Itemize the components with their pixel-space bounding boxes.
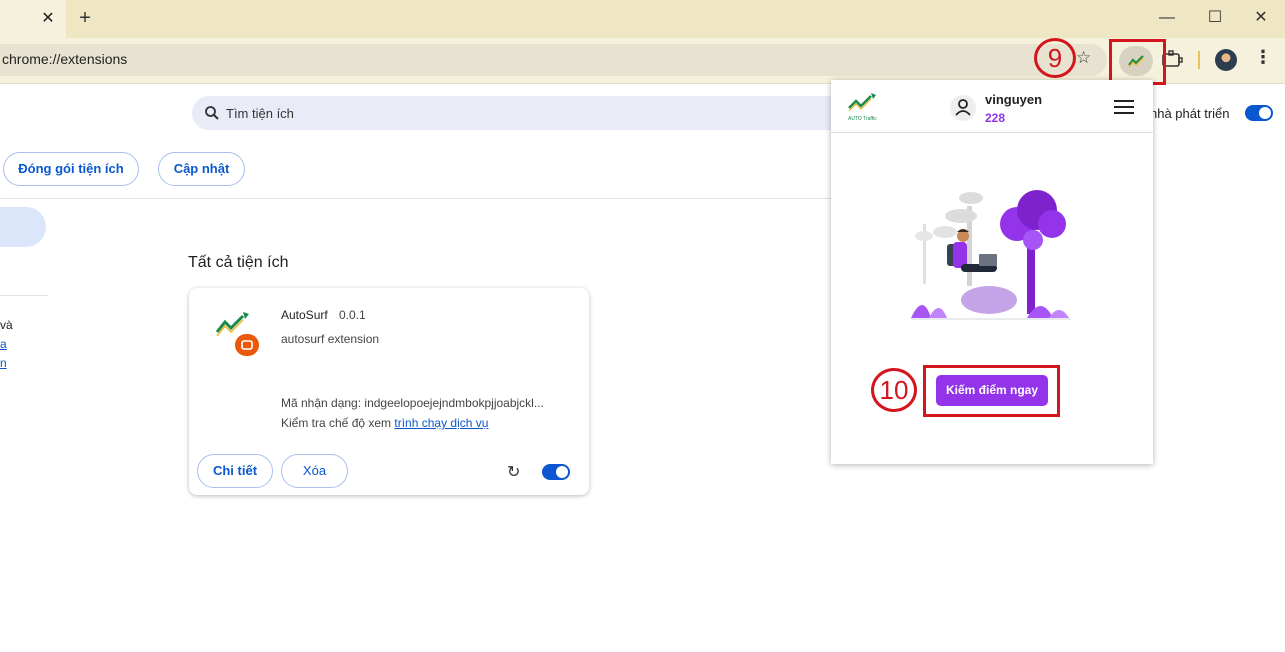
extension-description: autosurf extension: [281, 332, 380, 346]
username: vinguyen: [985, 92, 1043, 107]
service-worker-link[interactable]: trình chạy dịch vụ: [394, 416, 488, 430]
sidebar-text: và: [0, 318, 13, 332]
sidebar-link[interactable]: n: [0, 356, 7, 370]
chrome-menu-icon[interactable]: ⋮: [1254, 47, 1272, 68]
toolbar-separator: [1198, 51, 1200, 69]
user-icon: [950, 95, 976, 121]
auto-traffic-logo: AUTO Traffic: [848, 93, 877, 122]
inspect-views: Kiểm tra chế độ xem trình chạy dịch vụ: [281, 416, 488, 430]
points-balance: 228: [985, 111, 1006, 125]
search-icon: [205, 106, 219, 120]
browser-toolbar: chrome://extensions ☆ ⋮: [0, 38, 1285, 84]
header-divider: [0, 198, 831, 199]
extension-card: AutoSurf 0.0.1 autosurf extension Mã nhậ…: [189, 288, 589, 495]
pack-extension-button[interactable]: Đóng gói tiện ích: [3, 152, 139, 186]
close-tab-icon[interactable]: ✕: [38, 9, 58, 29]
profile-avatar[interactable]: [1215, 49, 1237, 71]
bookmark-star-icon[interactable]: ☆: [1076, 48, 1091, 68]
maximize-icon[interactable]: ☐: [1204, 7, 1226, 29]
details-button[interactable]: Chi tiết: [197, 454, 273, 488]
step-10-highlight-box: [923, 365, 1060, 417]
popup-menu-icon[interactable]: [1114, 100, 1134, 114]
step-9-highlight-box: [1109, 39, 1166, 85]
sidebar-active-item[interactable]: [0, 207, 46, 247]
new-tab-button[interactable]: +: [74, 7, 96, 29]
extension-id: Mã nhận dạng: indgeelopoejejndmbokpjjoab…: [281, 396, 544, 410]
logo-text: AUTO Traffic: [848, 116, 877, 122]
sidebar-link[interactable]: a: [0, 337, 7, 351]
sidebar-divider: [0, 295, 48, 296]
extension-enable-toggle[interactable]: [542, 464, 570, 480]
extension-version: 0.0.1: [339, 308, 366, 322]
step-9-marker: 9: [1034, 38, 1076, 78]
address-bar[interactable]: chrome://extensions: [0, 44, 1107, 76]
person-under-tree-illustration: [911, 180, 1071, 320]
update-button[interactable]: Cập nhật: [158, 152, 245, 186]
minimize-icon[interactable]: —: [1156, 7, 1178, 29]
active-tab[interactable]: ✕: [0, 0, 66, 38]
all-extensions-heading: Tất cả tiện ích: [188, 254, 289, 271]
step-10-marker: 10: [871, 368, 917, 412]
developer-mode-label: nhà phát triển: [1150, 106, 1230, 121]
close-window-icon[interactable]: ✕: [1250, 7, 1272, 29]
reload-icon[interactable]: ↻: [507, 462, 520, 482]
inspect-views-label: Kiểm tra chế độ xem: [281, 416, 392, 430]
popup-header: AUTO Traffic vinguyen 228: [831, 80, 1153, 133]
developer-mode-toggle[interactable]: [1245, 105, 1273, 121]
url-text[interactable]: chrome://extensions: [2, 51, 127, 67]
remove-button[interactable]: Xóa: [281, 454, 348, 488]
title-bar: ✕ + — ☐ ✕: [0, 0, 1285, 38]
search-placeholder: Tìm tiện ích: [226, 106, 294, 121]
extension-name: AutoSurf: [281, 308, 328, 322]
autosurf-logo-icon: [215, 312, 259, 356]
extensions-search-input[interactable]: Tìm tiện ích: [192, 96, 852, 130]
